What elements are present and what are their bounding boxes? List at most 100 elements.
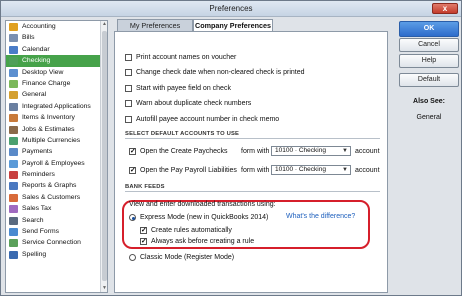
pay-liabilities-checkbox[interactable] — [129, 166, 136, 176]
scroll-up-icon[interactable]: ▲ — [101, 21, 107, 28]
items-inventory-icon — [9, 114, 18, 123]
reminders-icon — [9, 171, 18, 180]
warn-duplicate-checkbox[interactable] — [125, 100, 132, 107]
sidebar-item-payroll-employees[interactable]: Payroll & Employees — [6, 158, 107, 169]
sidebar-item-label: Send Forms — [22, 228, 60, 236]
ok-button[interactable]: OK — [399, 21, 459, 37]
sidebar-item-label: Sales & Customers — [22, 193, 81, 201]
bank-feeds-header: BANK FEEDS — [125, 184, 380, 192]
sales-customers-icon — [9, 193, 18, 202]
list-scrollbar[interactable]: ▲ ▼ — [100, 21, 107, 292]
sidebar-item-label: Items & Inventory — [22, 114, 75, 122]
sidebar-item-finance-charge[interactable]: Finance Charge — [6, 78, 107, 89]
sidebar-item-label: Payments — [22, 148, 53, 156]
sidebar-item-checking[interactable]: Checking — [6, 55, 107, 67]
integrated-apps-icon — [9, 102, 18, 111]
sidebar-item-reminders[interactable]: Reminders — [6, 169, 107, 180]
help-button[interactable]: Help — [399, 54, 459, 68]
search-icon — [9, 216, 18, 225]
create-paychecks-checkbox[interactable] — [129, 147, 136, 157]
sidebar-item-label: Bills — [22, 34, 35, 42]
window-title: Preferences — [209, 4, 253, 13]
option-label: Autofill payee account number in check m… — [136, 116, 280, 123]
option-label: Print account names on voucher — [136, 54, 237, 61]
sidebar-item-bills[interactable]: Bills — [6, 32, 107, 43]
always-ask-checkbox[interactable] — [140, 237, 147, 247]
print-account-names-checkbox[interactable] — [125, 54, 132, 61]
classic-mode-radio[interactable] — [129, 254, 136, 261]
preferences-category-list[interactable]: Accounting Bills Calendar Checking Desktop V… — [5, 20, 108, 293]
send-forms-icon — [9, 228, 18, 237]
title-bar: Preferences x — [1, 1, 461, 17]
payments-icon — [9, 148, 18, 157]
sales-tax-icon — [9, 205, 18, 214]
preferences-window: Preferences x Accounting Bills Calendar Che… — [0, 0, 462, 296]
reports-graphs-icon — [9, 182, 18, 191]
sidebar-item-label: Multiple Currencies — [22, 136, 81, 144]
service-connection-icon — [9, 239, 18, 248]
sidebar-item-general[interactable]: General — [6, 89, 107, 100]
desktop-view-icon — [9, 68, 18, 77]
option-label: Start with payee field on check — [136, 85, 231, 92]
sidebar-item-calendar[interactable]: Calendar — [6, 44, 107, 55]
sidebar-item-accounting[interactable]: Accounting — [6, 21, 107, 32]
accounting-icon — [9, 23, 18, 31]
option-label: Change check date when non-cleared check… — [136, 69, 305, 76]
tab-my-preferences[interactable]: My Preferences — [117, 19, 193, 31]
chevron-down-icon: ▼ — [342, 148, 348, 154]
sidebar-item-label: Sales Tax — [22, 205, 52, 213]
bills-icon — [9, 34, 18, 43]
sidebar-item-sales-tax[interactable]: Sales Tax — [6, 203, 107, 214]
classic-mode-label: Classic Mode (Register Mode) — [140, 254, 235, 261]
sidebar-item-payments[interactable]: Payments — [6, 146, 107, 157]
sidebar-item-reports-graphs[interactable]: Reports & Graphs — [6, 180, 107, 191]
sidebar-item-label: Payroll & Employees — [22, 159, 85, 167]
sidebar-item-label: General — [22, 91, 47, 99]
calendar-icon — [9, 45, 18, 54]
scroll-thumb[interactable] — [102, 31, 107, 281]
multiple-currencies-icon — [9, 136, 18, 145]
express-mode-radio[interactable] — [129, 214, 136, 221]
default-accounts-header: SELECT DEFAULT ACCOUNTS TO USE — [125, 131, 380, 139]
create-paychecks-label: Open the Create Paychecks — [140, 148, 228, 155]
sidebar-item-label: Desktop View — [22, 68, 64, 76]
sidebar-item-spelling[interactable]: Spelling — [6, 249, 107, 260]
sidebar-item-label: Spelling — [22, 250, 47, 258]
spelling-icon — [9, 250, 18, 259]
bank-feeds-intro: View and enter downloaded transactions u… — [129, 201, 276, 208]
also-see-general-link[interactable]: General — [399, 114, 459, 121]
cancel-button[interactable]: Cancel — [399, 38, 459, 52]
general-icon — [9, 91, 18, 100]
default-button[interactable]: Default — [399, 73, 459, 87]
scroll-down-icon[interactable]: ▼ — [101, 285, 107, 292]
sidebar-item-desktop-view[interactable]: Desktop View — [6, 67, 107, 78]
change-check-date-checkbox[interactable] — [125, 69, 132, 76]
option-label: Warn about duplicate check numbers — [136, 100, 252, 107]
sidebar-item-label: Integrated Applications — [22, 102, 91, 110]
sidebar-item-integrated-applications[interactable]: Integrated Applications — [6, 101, 107, 112]
autofill-payee-checkbox[interactable] — [125, 116, 132, 123]
sidebar-item-send-forms[interactable]: Send Forms — [6, 226, 107, 237]
create-paychecks-account-select[interactable]: 10100 · Checking ▼ — [271, 146, 351, 156]
sidebar-item-service-connection[interactable]: Service Connection — [6, 237, 107, 248]
close-button[interactable]: x — [432, 3, 458, 14]
sidebar-item-items-inventory[interactable]: Items & Inventory — [6, 112, 107, 123]
sidebar-item-jobs-estimates[interactable]: Jobs & Estimates — [6, 124, 107, 135]
create-paychecks-suffix: account — [355, 148, 380, 155]
sidebar-item-label: Finance Charge — [22, 79, 71, 87]
sidebar-item-label: Jobs & Estimates — [22, 125, 75, 133]
start-with-payee-checkbox[interactable] — [125, 85, 132, 92]
pay-liabilities-suffix: account — [355, 167, 380, 174]
sidebar-item-search[interactable]: Search — [6, 215, 107, 226]
whats-the-difference-link[interactable]: What's the difference? — [286, 212, 355, 222]
sidebar-item-multiple-currencies[interactable]: Multiple Currencies — [6, 135, 107, 146]
sidebar-item-sales-customers[interactable]: Sales & Customers — [6, 192, 107, 203]
sidebar-item-label: Checking — [22, 57, 51, 65]
jobs-estimates-icon — [9, 125, 18, 134]
pay-liabilities-form-with: form with — [241, 167, 270, 174]
sidebar-item-label: Search — [22, 216, 44, 224]
pay-liabilities-account-select[interactable]: 10100 · Checking ▼ — [271, 165, 351, 175]
finance-charge-icon — [9, 79, 18, 88]
create-rules-checkbox[interactable] — [140, 226, 147, 236]
always-ask-label: Always ask before creating a rule — [151, 238, 255, 245]
